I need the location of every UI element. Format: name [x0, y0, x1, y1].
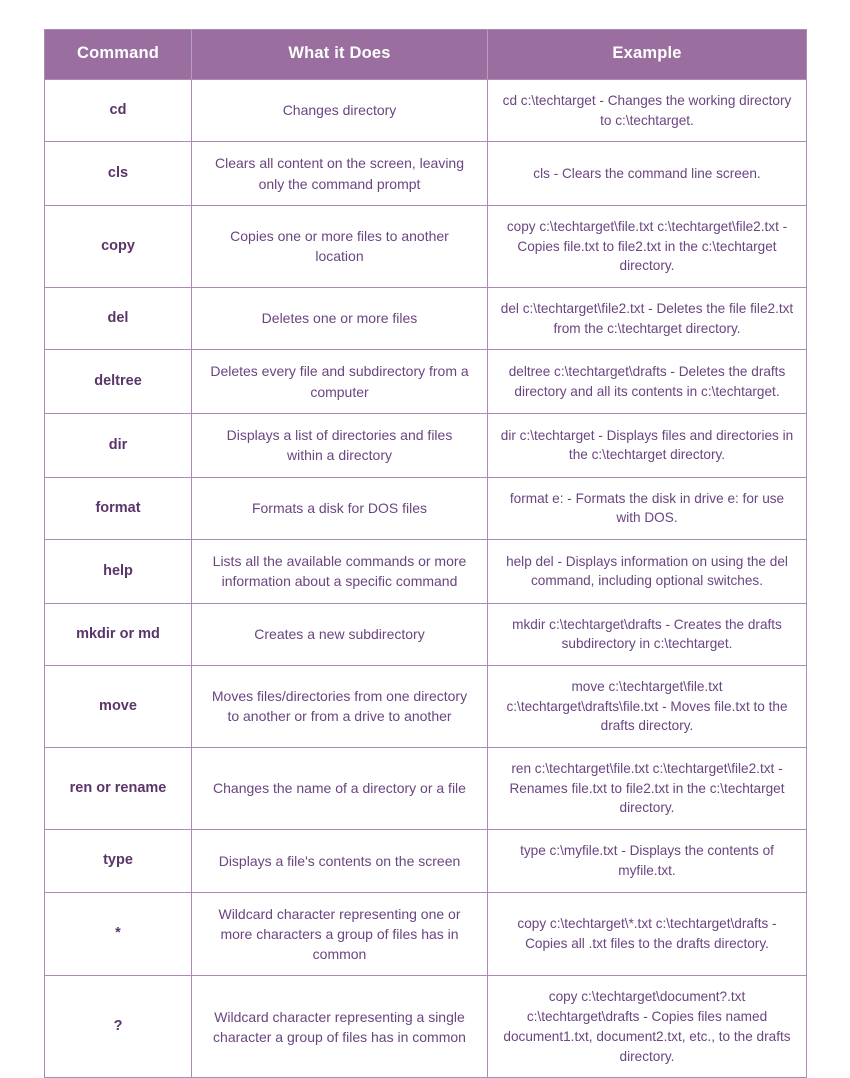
table-row: dir Displays a list of directories and fi…: [44, 412, 807, 477]
cell-description: Formats a disk for DOS files: [191, 476, 488, 540]
table-row: copy Copies one or more files to another …: [44, 204, 807, 288]
table-row: cls Clears all content on the screen, lea…: [44, 141, 807, 206]
cell-example: del c:\techtarget\file2.txt - Deletes th…: [487, 286, 807, 350]
cell-description: Deletes one or more files: [191, 286, 488, 350]
cell-command: dir: [44, 412, 192, 477]
cell-command: cd: [44, 79, 192, 142]
cell-command: cls: [44, 141, 192, 206]
cell-command: move: [44, 664, 192, 748]
cell-command: *: [44, 891, 192, 976]
cell-command: deltree: [44, 349, 192, 414]
cell-description: Creates a new subdirectory: [191, 602, 488, 666]
cell-command: mkdir or md: [44, 602, 192, 666]
cell-command: help: [44, 538, 192, 603]
cell-command: ?: [44, 975, 192, 1078]
cell-command: del: [44, 286, 192, 350]
cell-command: format: [44, 476, 192, 540]
page-container: Command What it Does Example cd Changes d…: [0, 0, 850, 1078]
cell-example: format e: - Formats the disk in drive e:…: [487, 476, 807, 540]
cell-example: ren c:\techtarget\file.txt c:\techtarget…: [487, 747, 807, 830]
cell-example: type c:\myfile.txt - Displays the conten…: [487, 829, 807, 893]
cell-example: dir c:\techtarget - Displays files and d…: [487, 412, 807, 477]
table-row: deltree Deletes every file and subdirecto…: [44, 349, 807, 414]
column-header-example: Example: [487, 29, 807, 80]
cell-description: Deletes every file and subdirectory from…: [191, 349, 488, 414]
table-row: type Displays a file's contents on the sc…: [44, 829, 807, 893]
table-row: cd Changes directory cd c:\techtarget - Ch…: [44, 79, 807, 142]
cell-description: Changes directory: [191, 79, 488, 142]
table-row: help Lists all the available commands or …: [44, 538, 807, 603]
table-row: ? Wildcard character representing a singl…: [44, 975, 807, 1078]
table-row: * Wildcard character representing one or …: [44, 891, 807, 976]
table-row: mkdir or md Creates a new subdirectory mkd…: [44, 602, 807, 666]
cell-description: Copies one or more files to another loca…: [191, 204, 488, 288]
cell-description: Changes the name of a directory or a fil…: [191, 747, 488, 830]
cell-description: Displays a list of directories and files…: [191, 412, 488, 477]
cell-example: copy c:\techtarget\file.txt c:\techtarge…: [487, 204, 807, 288]
column-header-command: Command: [44, 29, 192, 80]
column-header-what-it-does: What it Does: [191, 29, 488, 80]
table-row: format Formats a disk for DOS files format…: [44, 476, 807, 540]
cell-example: cls - Clears the command line screen.: [487, 141, 807, 206]
cell-description: Clears all content on the screen, leavin…: [191, 141, 488, 206]
cell-command: type: [44, 829, 192, 893]
cell-example: move c:\techtarget\file.txt c:\techtarge…: [487, 664, 807, 748]
cell-description: Wildcard character representing a single…: [191, 975, 488, 1078]
cell-description: Wildcard character representing one or m…: [191, 891, 488, 976]
cell-command: ren or rename: [44, 747, 192, 830]
cell-example: copy c:\techtarget\document?.txt c:\tech…: [487, 975, 807, 1078]
cell-example: cd c:\techtarget - Changes the working d…: [502, 92, 792, 128]
dos-commands-table: Command What it Does Example cd Changes d…: [44, 29, 807, 1078]
cell-example: help del - Displays information on using…: [487, 538, 807, 603]
cell-example: mkdir c:\techtarget\drafts - Creates the…: [487, 602, 807, 666]
cell-command: copy: [44, 204, 192, 288]
cell-example: copy c:\techtarget\*.txt c:\techtarget\d…: [487, 891, 807, 976]
cell-description: Lists all the available commands or more…: [191, 538, 488, 603]
table-header: Command What it Does Example: [44, 29, 807, 80]
cell-example: deltree c:\techtarget\drafts - Deletes t…: [487, 349, 807, 414]
table-row: move Moves files/directories from one dir…: [44, 664, 807, 748]
table-header-row: Command What it Does Example: [44, 29, 807, 80]
table-body: cd Changes directory cd c:\techtarget - Ch…: [44, 79, 807, 1078]
cell-description: Moves files/directories from one directo…: [191, 664, 488, 748]
table-row: ren or rename Changes the name of a direc…: [44, 747, 807, 830]
cell-description: Displays a file's contents on the screen: [191, 829, 488, 893]
table-row: del Deletes one or more files del c:\techt…: [44, 286, 807, 350]
